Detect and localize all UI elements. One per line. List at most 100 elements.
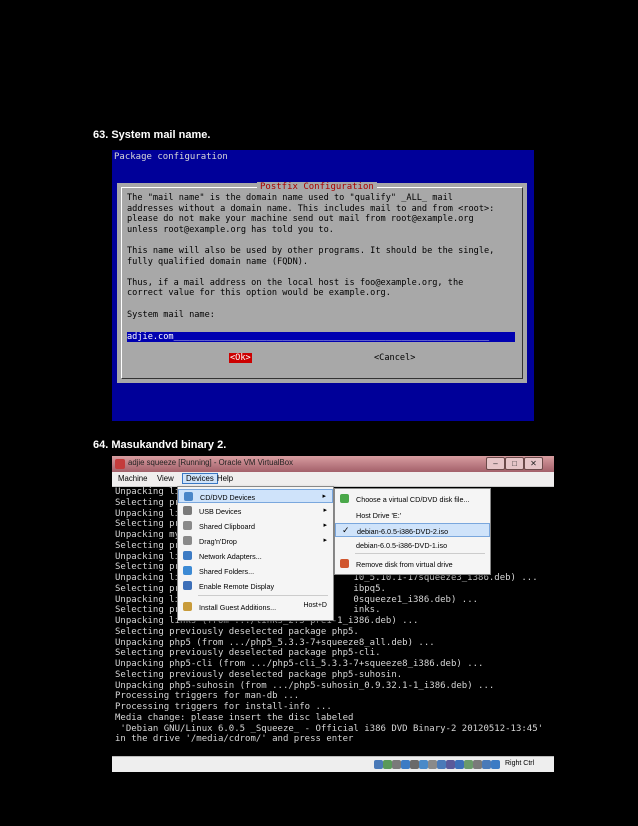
shortcut-label: Host+D xyxy=(303,602,327,609)
devices-menu-item[interactable]: USB Devices ▸ xyxy=(178,504,333,518)
console-line: Processing triggers for man-db ... xyxy=(115,691,300,702)
status-device-icon[interactable] xyxy=(464,760,473,769)
menu-bar: Machine View Devices Help xyxy=(112,472,554,487)
cancel-button[interactable]: <Cancel> xyxy=(374,353,415,363)
menu-machine[interactable]: Machine xyxy=(118,474,147,483)
menu-item-label: Remove disk from virtual drive xyxy=(356,560,453,569)
devices-dropdown: CD/DVD Devices ▸ USB Devices ▸ Shared Clipbo… xyxy=(177,486,334,621)
menu-item-label: debian-6.0.5-i386-DVD-2.iso xyxy=(357,527,449,536)
status-device-icon[interactable] xyxy=(410,760,419,769)
menu-separator xyxy=(198,595,328,596)
host-key-label: Right Ctrl xyxy=(505,760,535,767)
menu-item-icon xyxy=(183,536,192,545)
menu-help[interactable]: Help xyxy=(217,474,233,483)
debian-installer-screenshot: Package configuration Postfix Configurat… xyxy=(112,150,534,421)
menu-item-label: Shared Clipboard xyxy=(199,522,255,531)
menu-item-label: Enable Remote Display xyxy=(199,582,275,591)
menu-item-label: Install Guest Additions... xyxy=(199,603,277,612)
menu-item-icon xyxy=(183,602,192,611)
menu-separator xyxy=(355,553,485,554)
status-device-icon[interactable] xyxy=(401,760,410,769)
system-mail-name-input[interactable]: adjie.com_______________________________… xyxy=(127,332,515,342)
cd-submenu-item[interactable]: Choose a virtual CD/DVD disk file... xyxy=(335,492,490,506)
menu-item-label: Network Adapters... xyxy=(199,552,262,561)
devices-menu-item[interactable]: Shared Clipboard ▸ xyxy=(178,519,333,533)
dialog-text-line: Thus, if a mail address on the local hos… xyxy=(127,277,464,288)
menu-item-icon xyxy=(184,492,193,501)
menu-item-label: USB Devices xyxy=(199,507,242,516)
console-line: 'Debian GNU/Linux 6.0.5 _Squeeze_ - Offi… xyxy=(115,723,544,734)
dialog-text: The "mail name" is the domain name used … xyxy=(127,193,517,320)
status-device-icon[interactable] xyxy=(383,760,392,769)
status-device-icon[interactable] xyxy=(437,760,446,769)
console-line: Unpacking php5-cli (from .../php5-cli_5.… xyxy=(115,659,484,669)
ok-button[interactable]: <Ok> xyxy=(229,353,252,363)
status-bar: Right Ctrl xyxy=(112,756,554,772)
menu-item-label: Host Drive 'E:' xyxy=(356,511,402,520)
status-device-icon[interactable] xyxy=(473,760,482,769)
console-line: Unpacking php5-suhosin (from .../php5-su… xyxy=(115,680,495,691)
window-titlebar: adjie squeeze [Running] - Oracle VM Virt… xyxy=(112,456,554,472)
dialog-text-line: unless root@example.org has told you to. xyxy=(127,224,334,235)
virtualbox-app-icon xyxy=(115,459,125,469)
status-device-icon[interactable] xyxy=(419,760,428,769)
menu-item-icon xyxy=(183,581,192,590)
submenu-arrow-icon: ▸ xyxy=(322,493,326,500)
dialog-text-line: please do not make your machine send out… xyxy=(127,214,474,225)
menu-item-icon xyxy=(183,521,192,530)
menu-item-icon xyxy=(340,494,349,503)
menu-item-icon xyxy=(183,506,192,515)
cd-submenu-item[interactable]: ✓ debian-6.0.5-i386-DVD-2.iso xyxy=(335,523,490,537)
dialog-text-line xyxy=(127,235,517,246)
window-title: adjie squeeze [Running] - Oracle VM Virt… xyxy=(128,458,293,467)
submenu-arrow-icon: ▸ xyxy=(323,507,327,514)
menu-item-icon xyxy=(340,559,349,568)
virtualbox-screenshot: adjie squeeze [Running] - Oracle VM Virt… xyxy=(112,456,554,772)
cd-submenu-item[interactable]: Remove disk from virtual drive xyxy=(335,557,490,571)
console-line: Unpacking php5 (from .../php5_5.3.3-7+sq… xyxy=(115,637,435,648)
console-line: Selecting previously deselected package … xyxy=(115,669,403,680)
cd-submenu-item[interactable]: debian-6.0.5-i386-DVD-1.iso xyxy=(335,538,490,552)
console-line: Selecting previously deselected package … xyxy=(115,626,359,637)
menu-item-label: Drag'n'Drop xyxy=(199,537,237,546)
submenu-arrow-icon: ▸ xyxy=(323,522,327,529)
dialog-text-line: correct value for this option would be e… xyxy=(127,288,391,299)
step-64-heading: 64. Masukandvd binary 2. xyxy=(93,439,227,451)
console-line: in the drive '/media/cdrom/' and press e… xyxy=(115,734,354,745)
dialog-title: Postfix Configuration xyxy=(257,182,377,192)
console-line: Selecting previously deselected package … xyxy=(115,648,381,659)
status-device-icon[interactable] xyxy=(455,760,464,769)
devices-menu-item[interactable]: Install Guest Additions... Host+D xyxy=(178,600,333,614)
dialog-text-line: This name will also be used by other pro… xyxy=(127,245,495,256)
devices-menu-item[interactable]: Drag'n'Drop ▸ xyxy=(178,534,333,548)
status-device-icon[interactable] xyxy=(428,760,437,769)
step-63-heading: 63. System mail name. xyxy=(93,129,211,141)
close-button[interactable]: ✕ xyxy=(524,457,543,470)
checkmark-icon: ✓ xyxy=(342,525,350,535)
menu-item-icon xyxy=(183,551,192,560)
console-line: Processing triggers for install-info ... xyxy=(115,702,332,712)
dialog-text-line xyxy=(127,267,517,278)
status-device-icon[interactable] xyxy=(491,760,500,769)
dialog-text-line: System mail name: xyxy=(127,309,215,320)
dialog-text-line: The "mail name" is the domain name used … xyxy=(127,193,453,203)
submenu-arrow-icon: ▸ xyxy=(323,537,327,544)
menu-item-icon xyxy=(183,566,192,575)
menu-view[interactable]: View xyxy=(157,474,174,483)
dialog-text-line: fully qualified domain name (FQDN). xyxy=(127,256,309,267)
status-device-icon[interactable] xyxy=(446,760,455,769)
menu-item-label: CD/DVD Devices xyxy=(200,493,256,502)
devices-menu-item[interactable]: Network Adapters... xyxy=(178,549,333,563)
maximize-button[interactable]: □ xyxy=(505,457,524,470)
cd-submenu-item[interactable]: Host Drive 'E:' xyxy=(335,508,490,522)
devices-menu-item[interactable]: Enable Remote Display xyxy=(178,579,333,593)
menu-devices[interactable]: Devices xyxy=(182,473,218,484)
status-device-icon[interactable] xyxy=(392,760,401,769)
devices-menu-item[interactable]: Shared Folders... xyxy=(178,564,333,578)
status-device-icon[interactable] xyxy=(374,760,383,769)
menu-item-label: debian-6.0.5-i386-DVD-1.iso xyxy=(356,541,448,550)
minimize-button[interactable]: – xyxy=(486,457,505,470)
devices-menu-item[interactable]: CD/DVD Devices ▸ xyxy=(178,489,333,503)
cd-dvd-submenu: Choose a virtual CD/DVD disk file... Host… xyxy=(334,488,491,575)
status-device-icon[interactable] xyxy=(482,760,491,769)
